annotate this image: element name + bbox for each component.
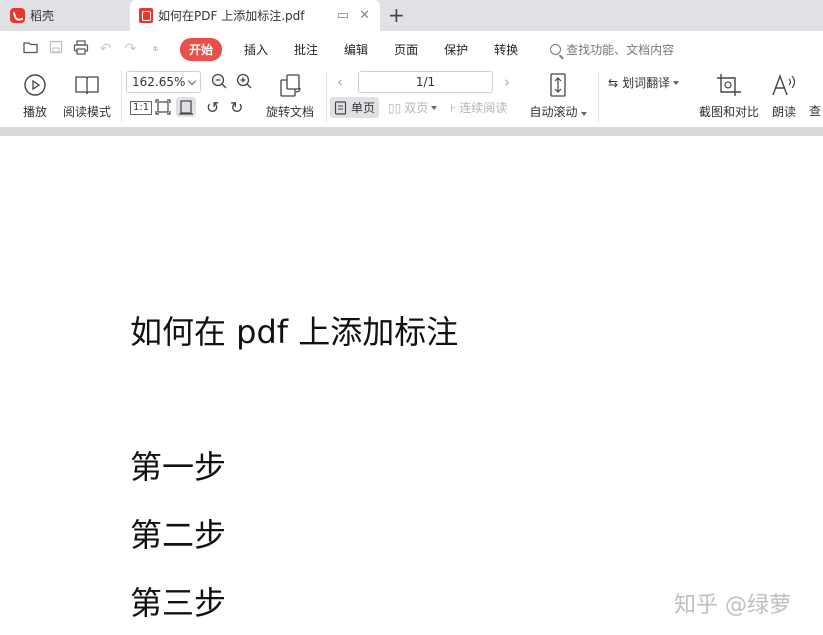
tab-bar: 稻壳 如何在PDF 上添加标注.pdf ▭ ✕ +	[0, 0, 823, 31]
fit-page-icon[interactable]	[155, 99, 171, 115]
watermark: 知乎 @绿萝	[674, 593, 791, 618]
document-step-3: 第三步	[130, 584, 227, 622]
app-window: 稻壳 如何在PDF 上添加标注.pdf ▭ ✕ + ↶ ↷ ⩡ 开始 插入 批注…	[0, 0, 823, 635]
docer-logo-icon	[10, 8, 25, 23]
ribbon-toolbar: 播放 阅读模式 162.65% 1:1 ↺ ↻ 旋转文档 ‹ 1/1 › 单页 …	[0, 67, 823, 127]
actual-size-button[interactable]: 1:1	[130, 101, 153, 115]
ribbon-separator	[598, 71, 599, 123]
chevron-down-icon	[580, 112, 587, 116]
pin-tab-icon[interactable]: ▭	[337, 8, 349, 23]
menu-annotate[interactable]: 批注	[294, 41, 318, 58]
tab-doc-label: 如何在PDF 上添加标注.pdf	[158, 9, 305, 23]
translate-label: 划词翻译	[622, 76, 671, 90]
screenshot-compare-button[interactable]: 截图和对比	[698, 72, 760, 120]
search-placeholder: 查找功能、文档内容	[566, 42, 675, 57]
read-aloud-button[interactable]: 朗读	[770, 72, 798, 120]
new-tab-icon[interactable]: +	[388, 4, 405, 26]
single-page-label: 单页	[351, 101, 376, 115]
play-button[interactable]: 播放	[22, 72, 48, 120]
open-folder-icon[interactable]	[22, 40, 39, 58]
double-page-label: 双页	[404, 101, 429, 115]
screenshot-compare-label: 截图和对比	[698, 105, 759, 119]
chevron-down-icon	[673, 80, 680, 85]
chevron-down-icon	[187, 76, 197, 86]
close-tab-icon[interactable]: ✕	[359, 8, 370, 23]
zoom-out-icon[interactable]	[211, 73, 228, 90]
read-mode-label: 阅读模式	[62, 105, 111, 119]
translate-button[interactable]: ⇆ 划词翻译	[608, 74, 680, 91]
rotate-left-icon[interactable]: ↺	[206, 98, 219, 117]
continuous-reading-icon: ⊦	[450, 100, 457, 115]
page-number-input[interactable]: 1/1	[358, 71, 493, 93]
double-page-button[interactable]: ▯▯ 双页	[388, 99, 438, 116]
play-label: 播放	[22, 105, 47, 119]
ribbon-separator	[121, 71, 122, 123]
menu-convert[interactable]: 转换	[494, 41, 518, 58]
read-aloud-label: 朗读	[771, 105, 796, 119]
menu-insert[interactable]: 插入	[244, 41, 268, 58]
read-aloud-icon	[771, 72, 797, 98]
rotate-document-icon	[277, 72, 303, 98]
menu-edit[interactable]: 编辑	[344, 41, 368, 58]
auto-scroll-button[interactable]: 自动滚动	[529, 72, 587, 120]
double-page-icon: ▯▯	[388, 100, 402, 115]
pdf-file-icon	[139, 8, 153, 23]
continuous-reading-button[interactable]: ⊦ 连续阅读	[450, 99, 507, 116]
ribbon-separator	[326, 71, 327, 123]
single-page-button[interactable]: 单页	[330, 97, 380, 118]
rotate-document-button[interactable]: 旋转文档	[265, 72, 315, 120]
menu-bar: ↶ ↷ ⩡ 开始 插入 批注 编辑 页面 保护 转换 查找功能、文档内容	[0, 31, 823, 67]
read-mode-button[interactable]: 阅读模式	[62, 72, 112, 120]
previous-page-icon[interactable]: ‹	[337, 73, 343, 91]
play-icon	[23, 72, 47, 98]
book-icon	[74, 72, 100, 98]
document-step-2: 第二步	[130, 516, 227, 554]
continuous-reading-label: 连续阅读	[459, 101, 508, 115]
page-number-value: 1/1	[415, 75, 436, 89]
ribbon-divider	[0, 127, 823, 136]
rotate-right-icon[interactable]: ↻	[230, 98, 243, 117]
menu-page[interactable]: 页面	[394, 41, 418, 58]
document-title: 如何在 pdf 上添加标注	[130, 313, 459, 351]
screenshot-icon	[716, 72, 742, 98]
tab-home-label: 稻壳	[30, 9, 55, 23]
menu-start[interactable]: 开始	[180, 37, 223, 61]
next-page-icon[interactable]: ›	[504, 73, 510, 91]
rotate-document-label: 旋转文档	[265, 105, 314, 119]
auto-scroll-label: 自动滚动	[529, 103, 587, 120]
chevron-down-icon	[431, 105, 438, 110]
search-icon	[550, 43, 562, 55]
menu-protect[interactable]: 保护	[444, 41, 468, 58]
single-page-icon	[334, 100, 347, 115]
zoom-value: 162.65%	[132, 75, 186, 89]
document-page: 如何在 pdf 上添加标注 第一步 第二步 第三步	[0, 136, 823, 635]
translate-icon: ⇆	[608, 75, 619, 90]
quick-access-toolbar: ↶ ↷ ⩡	[0, 39, 164, 59]
zoom-in-icon[interactable]	[236, 73, 253, 90]
search-box[interactable]: 查找功能、文档内容	[550, 41, 674, 58]
find-button-partial[interactable]: 查	[809, 102, 821, 119]
fit-width-icon[interactable]	[176, 97, 196, 117]
zoom-select[interactable]: 162.65%	[126, 71, 201, 93]
main-menu: 开始 插入 批注 编辑 页面 保护 转换	[180, 37, 544, 61]
tab-docer-home[interactable]: 稻壳	[0, 0, 128, 31]
undo-icon[interactable]: ↶	[97, 41, 114, 57]
tab-current-document[interactable]: 如何在PDF 上添加标注.pdf ▭ ✕	[130, 0, 380, 31]
print-icon[interactable]	[72, 39, 89, 59]
auto-scroll-icon	[547, 72, 569, 98]
redo-icon[interactable]: ↷	[122, 41, 139, 57]
customize-toolbar-icon[interactable]: ⩡	[147, 44, 164, 55]
document-step-1: 第一步	[130, 448, 227, 486]
save-icon[interactable]	[47, 40, 64, 58]
